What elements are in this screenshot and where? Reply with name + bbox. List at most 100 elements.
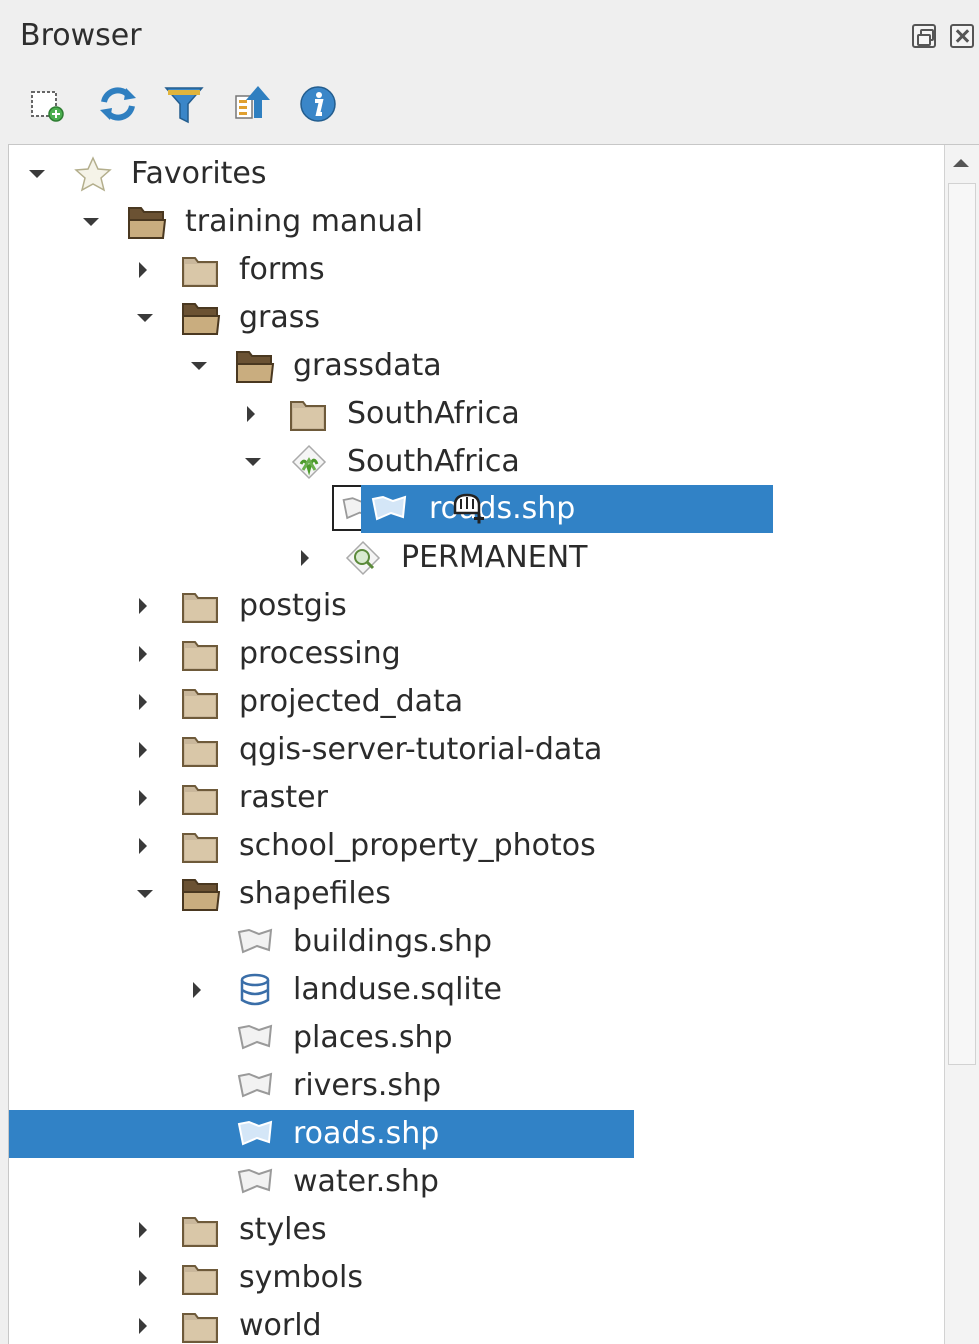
expand-arrow[interactable] xyxy=(137,314,153,322)
tree-item-southafrica-folder[interactable]: SouthAfrica xyxy=(9,390,939,438)
expand-arrow[interactable] xyxy=(29,170,45,178)
tree-item-label: forms xyxy=(239,252,325,287)
folder-icon xyxy=(181,1260,221,1296)
grass-mapset-icon xyxy=(343,540,383,576)
polygon-layer-icon xyxy=(235,1068,275,1104)
info-icon xyxy=(300,86,336,122)
tree-item-label: grassdata xyxy=(293,348,442,383)
collapse-all-icon xyxy=(235,86,270,119)
panel-title: Browser xyxy=(20,18,142,53)
tree-item-label: postgis xyxy=(239,588,347,623)
tree-item-label: school_property_photos xyxy=(239,828,596,863)
tree-item-label: places.shp xyxy=(293,1020,453,1055)
folder-icon xyxy=(181,828,221,864)
expand-arrow[interactable] xyxy=(83,218,99,226)
polygon-layer-icon xyxy=(369,491,409,527)
scroll-up-arrow-icon[interactable] xyxy=(953,159,969,167)
tree-item-favorites[interactable]: Favorites xyxy=(9,150,939,198)
browser-tree[interactable]: Favorites training manual forms grass gr… xyxy=(8,144,979,1344)
tree-item-buildings-shp[interactable]: buildings.shp xyxy=(9,918,939,966)
vertical-scrollbar[interactable] xyxy=(944,145,979,1344)
expand-arrow[interactable] xyxy=(139,742,147,758)
tree-item-southafrica-location[interactable]: SouthAfrica xyxy=(9,438,939,486)
close-panel-button[interactable] xyxy=(950,24,974,48)
tree-item-label: PERMANENT xyxy=(401,540,588,575)
expand-arrow[interactable] xyxy=(139,838,147,854)
polygon-layer-icon xyxy=(235,1020,275,1056)
folder-icon xyxy=(181,636,221,672)
collapse-all-button[interactable] xyxy=(228,80,276,128)
expand-arrow[interactable] xyxy=(139,1222,147,1238)
expand-arrow[interactable] xyxy=(137,890,153,898)
expand-arrow[interactable] xyxy=(247,406,255,422)
tree-item-roads-shp[interactable]: roads.shp xyxy=(9,1110,939,1158)
folder-icon xyxy=(181,1308,221,1344)
expand-arrow[interactable] xyxy=(301,550,309,566)
tree-item-label: roads.shp xyxy=(293,1116,440,1151)
tree-item-rivers-shp[interactable]: rivers.shp xyxy=(9,1062,939,1110)
drag-hand-icon xyxy=(453,493,484,524)
tree-item-grassdata[interactable]: grassdata xyxy=(9,342,939,390)
tree-item-label: shapefiles xyxy=(239,876,391,911)
tree-item-school-property-photos[interactable]: school_property_photos xyxy=(9,822,939,870)
float-panel-button[interactable] xyxy=(912,24,936,48)
tree-item-styles[interactable]: styles xyxy=(9,1206,939,1254)
folder-open-icon xyxy=(181,876,221,912)
polygon-layer-icon xyxy=(235,1116,275,1152)
tree-item-label: symbols xyxy=(239,1260,363,1295)
properties-button[interactable] xyxy=(294,80,342,128)
tree-item-symbols[interactable]: symbols xyxy=(9,1254,939,1302)
add-selected-layers-button[interactable] xyxy=(22,80,70,128)
expand-arrow[interactable] xyxy=(139,1270,147,1286)
folder-icon xyxy=(181,780,221,816)
tree-item-label: raster xyxy=(239,780,328,815)
tree-item-label: SouthAfrica xyxy=(347,396,520,431)
expand-arrow[interactable] xyxy=(191,362,207,370)
tree-item-label: landuse.sqlite xyxy=(293,972,502,1007)
tree-item-permanent[interactable]: PERMANENT xyxy=(9,534,939,582)
expand-arrow[interactable] xyxy=(245,458,261,466)
folder-icon xyxy=(181,684,221,720)
tree-item-landuse-sqlite[interactable]: landuse.sqlite xyxy=(9,966,939,1014)
tree-item-processing[interactable]: processing xyxy=(9,630,939,678)
tree-item-postgis[interactable]: postgis xyxy=(9,582,939,630)
refresh-button[interactable] xyxy=(94,80,142,128)
expand-arrow[interactable] xyxy=(139,694,147,710)
folder-icon xyxy=(181,1212,221,1248)
tree-item-qgis-server-tutorial-data[interactable]: qgis-server-tutorial-data xyxy=(9,726,939,774)
filter-button[interactable] xyxy=(160,80,208,128)
expand-arrow[interactable] xyxy=(139,598,147,614)
drag-ghost-item: roads.shp xyxy=(361,485,773,533)
database-icon xyxy=(235,972,275,1008)
expand-arrow[interactable] xyxy=(139,1318,147,1334)
tree-item-water-shp[interactable]: water.shp xyxy=(9,1158,939,1206)
tree-item-raster[interactable]: raster xyxy=(9,774,939,822)
tree-item-forms[interactable]: forms xyxy=(9,246,939,294)
tree-item-places-shp[interactable]: places.shp xyxy=(9,1014,939,1062)
tree-item-grass[interactable]: grass xyxy=(9,294,939,342)
tree-item-label: processing xyxy=(239,636,401,671)
expand-arrow[interactable] xyxy=(139,646,147,662)
tree-item-label: rivers.shp xyxy=(293,1068,442,1103)
scrollbar-thumb[interactable] xyxy=(948,183,976,1065)
folder-open-icon xyxy=(181,300,221,336)
expand-arrow[interactable] xyxy=(139,262,147,278)
filter-icon xyxy=(164,87,204,124)
add-layer-icon xyxy=(31,91,64,122)
refresh-icon xyxy=(100,87,136,121)
tree-item-label: training manual xyxy=(185,204,424,239)
polygon-layer-icon xyxy=(235,924,275,960)
tree-item-projected-data[interactable]: projected_data xyxy=(9,678,939,726)
tree-item-training-manual[interactable]: training manual xyxy=(9,198,939,246)
polygon-layer-icon xyxy=(235,1164,275,1200)
grass-location-icon xyxy=(289,444,329,480)
folder-icon xyxy=(289,396,329,432)
folder-open-icon xyxy=(235,348,275,384)
expand-arrow[interactable] xyxy=(193,982,201,998)
folder-icon xyxy=(181,588,221,624)
tree-item-shapefiles[interactable]: shapefiles xyxy=(9,870,939,918)
tree-item-world[interactable]: world xyxy=(9,1302,939,1344)
tree-item-label: SouthAfrica xyxy=(347,444,520,479)
tree-item-label: world xyxy=(239,1308,322,1343)
expand-arrow[interactable] xyxy=(139,790,147,806)
